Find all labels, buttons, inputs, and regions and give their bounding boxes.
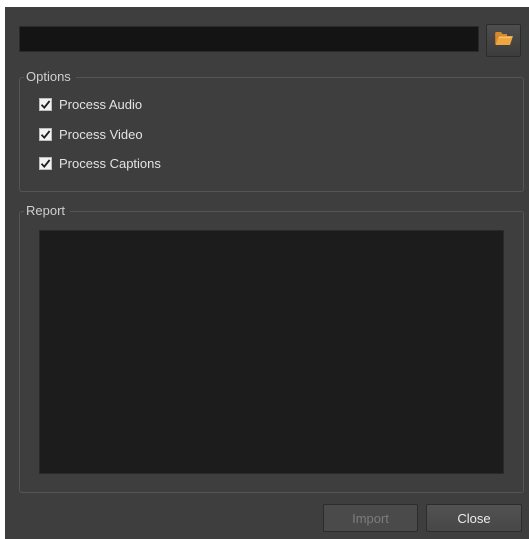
process-captions-label: Process Captions	[59, 155, 161, 171]
file-path-input[interactable]	[19, 26, 479, 52]
report-text-area[interactable]	[39, 230, 504, 474]
process-audio-label: Process Audio	[59, 96, 143, 112]
checkbox-checked-icon[interactable]	[39, 156, 52, 170]
checkbox-checked-icon[interactable]	[39, 127, 52, 141]
folder-open-icon	[494, 30, 514, 51]
options-title: Options	[24, 70, 76, 84]
checkbox-checked-icon[interactable]	[39, 97, 52, 111]
process-video-checkbox[interactable]: Process Video	[39, 125, 143, 143]
browse-button[interactable]	[486, 24, 521, 57]
import-button[interactable]: Import	[323, 504, 418, 532]
process-captions-checkbox[interactable]: Process Captions	[39, 154, 161, 172]
report-title: Report	[24, 204, 71, 218]
report-group: Report	[19, 204, 524, 493]
options-group: Options Process Audio Process Video Proc…	[19, 70, 524, 192]
import-dialog: Options Process Audio Process Video Proc…	[5, 7, 529, 539]
close-button[interactable]: Close	[426, 504, 522, 532]
process-video-label: Process Video	[59, 126, 143, 142]
process-audio-checkbox[interactable]: Process Audio	[39, 95, 142, 113]
